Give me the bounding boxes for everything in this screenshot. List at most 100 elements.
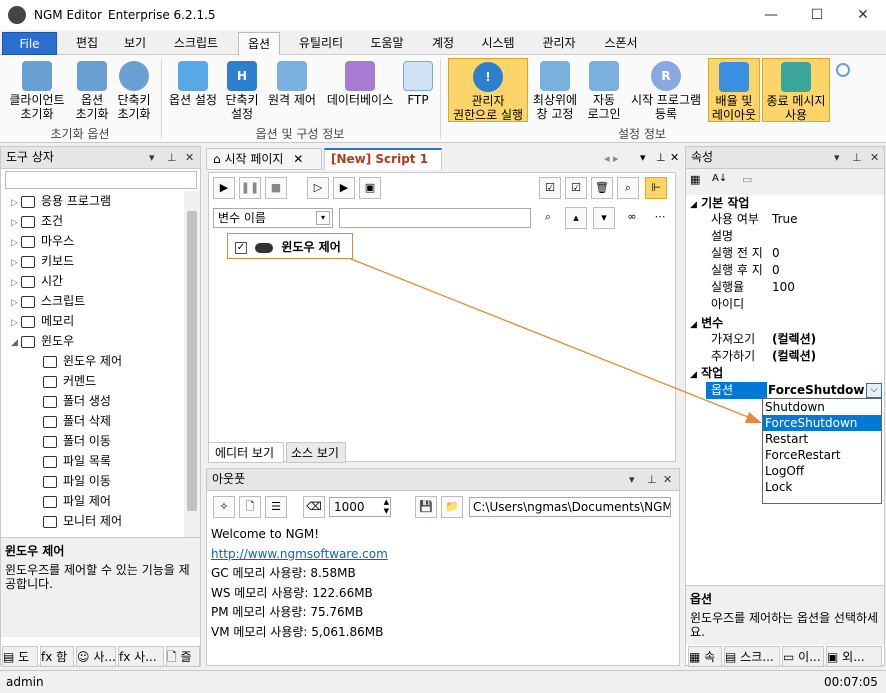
pin-icon[interactable]: ⊥ [167, 147, 177, 168]
auto-login-button[interactable]: 자동 로그인 [584, 61, 624, 121]
prop-row[interactable]: 실행율 100 [706, 279, 883, 296]
checkbox-icon[interactable]: ✓ [235, 241, 247, 254]
ftp-button[interactable]: FTP [400, 61, 436, 107]
tree-view-icon[interactable]: ⊩ [645, 177, 667, 199]
eraser-icon[interactable]: ⌫ [303, 496, 325, 518]
menu-account[interactable]: 계정 [424, 32, 462, 55]
file-settings-icon[interactable]: 🗋 [239, 496, 261, 518]
toolbox-scrollbar[interactable] [184, 191, 200, 537]
variable-value-input[interactable] [339, 208, 531, 228]
pause-icon[interactable]: ❚❚ [239, 177, 261, 199]
line-count-input[interactable]: 1000 ▲ ▼ [329, 497, 391, 517]
tree-item-window-control[interactable]: 윈도우 제어 [43, 351, 122, 371]
tree-item-folder-delete[interactable]: 폴더 삭제 [43, 411, 111, 431]
category-variable[interactable]: ◢ 변수 [690, 314, 723, 331]
search-icon[interactable]: ⌕ [537, 207, 559, 229]
prop-value[interactable]: 100 [772, 279, 795, 296]
expand-icon[interactable]: ▷ [11, 233, 21, 253]
properties-tab-script[interactable]: ▤ 스크... [724, 646, 780, 667]
tree-item-keyboard[interactable]: ▷ 키보드 [11, 251, 74, 271]
check-icon[interactable]: ☑ [565, 177, 587, 199]
properties-tab-image[interactable]: ▭ 이... [782, 646, 824, 667]
prop-value[interactable]: (컬렉션) [772, 348, 816, 365]
menu-admin[interactable]: 관리자 [534, 32, 584, 55]
pin-icon[interactable]: ⊥ [656, 151, 666, 164]
exit-message-button[interactable]: 종료 메시지 사용 [762, 58, 830, 122]
run-step-icon[interactable]: ▶ [333, 177, 355, 199]
sort-az-icon[interactable]: A↓ [712, 173, 727, 184]
save-icon[interactable]: 💾 [415, 496, 437, 518]
menu-help[interactable]: 도움말 [362, 32, 412, 55]
prop-row[interactable]: 추가하기 (컬렉션) [706, 348, 883, 365]
menu-edit[interactable]: 편집 [68, 32, 106, 55]
tree-item-condition[interactable]: ▷ 조건 [11, 211, 63, 231]
run-as-admin-button[interactable]: ! 관리자 권한으로 실행 [448, 58, 528, 122]
tree-item-app[interactable]: ▷ 응용 프로그램 [11, 191, 111, 211]
remote-control-button[interactable]: 원격 제어 [264, 61, 320, 107]
prop-row[interactable]: 가져오기 (컬렉션) [706, 331, 883, 348]
option-reset-button[interactable]: 옵션 초기화 [72, 61, 112, 121]
move-down-icon[interactable]: ▾ [593, 207, 615, 229]
toolbox-search-input[interactable] [5, 171, 197, 189]
tree-item-monitor-control[interactable]: 모니터 제어 [43, 511, 122, 531]
toolbox-tab-users[interactable]: ☺ 사... [76, 646, 116, 667]
prop-value[interactable]: True [772, 211, 798, 228]
prop-row-option[interactable]: 옵션 ForceShutdown ⌵ [706, 382, 883, 399]
option-dropdown-list[interactable]: Shutdown ForceShutdown Restart ForceRestart… [762, 398, 882, 504]
startup-register-button[interactable]: R 시작 프로그램 등록 [626, 61, 706, 121]
tree-item-folder-create[interactable]: 폴더 생성 [43, 391, 111, 411]
dropdown-option[interactable]: ForceShutdown [763, 415, 881, 431]
database-button[interactable]: 데이터베이스 [322, 61, 398, 107]
prop-row[interactable]: 아이디 [706, 296, 883, 313]
expand-icon[interactable]: ▷ [11, 273, 21, 293]
client-reset-button[interactable]: 클라이언트 초기화 [4, 61, 70, 121]
prop-value[interactable]: 0 [772, 262, 780, 279]
toolbox-tab-userfunc[interactable]: fx 사... [118, 646, 164, 667]
dropdown-option[interactable]: Restart [763, 431, 881, 447]
step-icon[interactable]: ▷ [307, 177, 329, 199]
prop-row[interactable]: 실행 후 지 0 [706, 262, 883, 279]
property-pages-icon[interactable]: ▭ [742, 173, 752, 186]
hotkey-settings-button[interactable]: H 단축키 설정 [222, 61, 262, 121]
dropdown-icon[interactable]: ▾ [640, 151, 646, 164]
close-icon[interactable]: ✕ [185, 147, 194, 168]
chevron-down-icon[interactable]: ⌵ [866, 383, 882, 398]
always-on-top-button[interactable]: 최상위에 창 고정 [530, 61, 580, 121]
menu-options[interactable]: 옵션 [238, 32, 280, 56]
tree-item-time[interactable]: ▷ 시간 [11, 271, 63, 291]
close-icon[interactable]: ✕ [293, 152, 303, 166]
dropdown-option[interactable]: Shutdown [763, 399, 881, 415]
dropdown-option[interactable]: LogOff [763, 463, 881, 479]
tab-nav-arrows-icon[interactable]: ◂ ▸ [604, 152, 619, 165]
expand-icon[interactable]: ▷ [11, 253, 21, 273]
category-work[interactable]: ◢ 작업 [690, 364, 723, 381]
tab-script-1[interactable]: [New] Script 1 ✕ [324, 148, 442, 184]
dropdown-icon[interactable]: ▾ [834, 147, 840, 168]
hotkey-reset-button[interactable]: 단축키 초기화 [114, 61, 154, 121]
tree-item-memory[interactable]: ▷ 메모리 [11, 311, 74, 331]
tree-item-folder-move[interactable]: 폴더 이동 [43, 431, 111, 451]
dropdown-icon[interactable]: ▾ [629, 469, 635, 490]
expand-icon[interactable]: ▷ [11, 313, 21, 333]
stop-icon[interactable]: ■ [265, 177, 287, 199]
close-icon[interactable]: ✕ [663, 469, 672, 490]
properties-tab-external[interactable]: ▣ 외... [826, 646, 882, 667]
variable-select[interactable]: 변수 이름 ▾ [213, 208, 333, 228]
expand-icon[interactable]: ▷ [11, 193, 21, 213]
menu-utility[interactable]: 유틸리티 [290, 32, 352, 55]
script-editor[interactable]: ▶ ❚❚ ■ ▷ ▶ ▣ ☑ ☑ 🗑 ⌕ ⊩ 변수 이름 ▾ ⌕ ▴ ▾ ∞ ⋯… [208, 172, 676, 462]
clean-icon[interactable]: ✧ [213, 496, 235, 518]
tree-item-file-move[interactable]: 파일 이동 [43, 471, 111, 491]
pin-icon[interactable]: ⊥ [647, 469, 657, 490]
stepper-icon[interactable]: ▲ ▼ [384, 498, 389, 516]
prop-row[interactable]: 설명 [706, 228, 883, 245]
toolbox-tab-favorites[interactable]: 🗋 즐 [166, 646, 200, 667]
menu-script[interactable]: 스크립트 [166, 32, 226, 55]
script-item[interactable]: ✓ 윈도우 제어 [235, 239, 341, 255]
close-icon[interactable]: ✕ [870, 147, 879, 168]
dropdown-option[interactable]: ForceRestart [763, 447, 881, 463]
tree-item-script[interactable]: ▷ 스크립트 [11, 291, 85, 311]
tree-item-window[interactable]: ◢ 윈도우 [11, 331, 74, 351]
tab-editor-view[interactable]: 에디터 보기 [208, 442, 284, 463]
tree-item-mouse[interactable]: ▷ 마우스 [11, 231, 74, 251]
